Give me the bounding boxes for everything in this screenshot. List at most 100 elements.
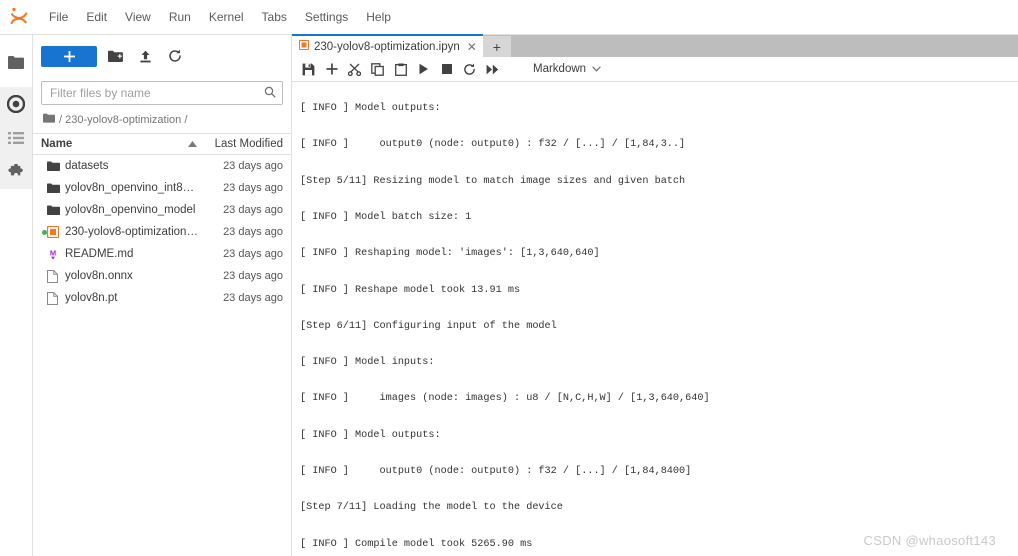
file-icon xyxy=(47,291,65,305)
save-icon[interactable] xyxy=(298,59,319,79)
list-item[interactable]: M README.md 23 days ago xyxy=(33,243,291,265)
markdown-icon: M xyxy=(47,248,65,260)
new-tab-button[interactable]: + xyxy=(482,36,511,57)
file-list: datasets 23 days ago yolov8n_openvino_in… xyxy=(33,155,291,556)
refresh-icon[interactable] xyxy=(163,45,187,67)
file-name: datasets xyxy=(65,160,109,172)
plus-icon[interactable] xyxy=(321,59,342,79)
list-item[interactable]: yolov8n.pt 23 days ago xyxy=(33,287,291,309)
file-modified: 23 days ago xyxy=(223,182,283,194)
output-line: [ INFO ] Model outputs: xyxy=(300,103,441,115)
output-line: [Step 7/11] Loading the model to the dev… xyxy=(300,502,563,514)
activity-bar xyxy=(0,35,33,556)
folder-icon xyxy=(47,205,65,216)
folder-icon xyxy=(43,113,55,127)
output-line: [ INFO ] output0 (node: output0) : f32 /… xyxy=(300,139,686,151)
file-modified: 23 days ago xyxy=(223,248,283,260)
menu-item-help[interactable]: Help xyxy=(357,7,400,27)
output-line: [ INFO ] images (node: images) : u8 / [N… xyxy=(300,393,710,405)
file-name: yolov8n_openvino_int8_model xyxy=(65,182,199,194)
output-line: [ INFO ] Model outputs: xyxy=(300,429,441,441)
output-line: [Step 5/11] Resizing model to match imag… xyxy=(300,175,686,187)
file-name: yolov8n_openvino_model xyxy=(65,204,196,216)
column-header-last-modified[interactable]: Last Modified xyxy=(199,138,283,150)
file-modified: 23 days ago xyxy=(223,226,283,238)
close-icon[interactable]: ✕ xyxy=(467,40,477,54)
output-line: [ INFO ] Model batch size: 1 xyxy=(300,212,472,224)
list-item[interactable]: yolov8n_openvino_model 23 days ago xyxy=(33,199,291,221)
cell-type-value: Markdown xyxy=(533,63,587,75)
sidebar-item-running-kernels[interactable] xyxy=(0,87,32,121)
output-line: [ INFO ] output0 (node: output0) : f32 /… xyxy=(300,466,692,477)
restart-icon[interactable] xyxy=(459,59,480,79)
menu-item-view[interactable]: View xyxy=(116,7,160,27)
output-scroll-region: [ INFO ] Model outputs: [ INFO ] output0… xyxy=(292,82,1018,556)
paste-icon[interactable] xyxy=(390,59,411,79)
document-tab-bar: 230-yolov8-optimization.ipyn ✕ + xyxy=(292,34,1018,57)
notebook-toolbar: Markdown xyxy=(292,57,1018,82)
output-line: [ INFO ] Reshaping model: 'images': [1,3… xyxy=(300,248,600,260)
tab-label: 230-yolov8-optimization.ipyn xyxy=(314,40,460,53)
stream-output: [ INFO ] Model outputs: [ INFO ] output0… xyxy=(292,82,1018,556)
filter-files-input[interactable] xyxy=(48,85,264,101)
column-header-name-label: Name xyxy=(41,138,73,150)
file-name: 230-yolov8-optimization.ipynb xyxy=(65,226,199,238)
sidebar-item-file-browser[interactable] xyxy=(0,45,32,79)
menu-item-kernel[interactable]: Kernel xyxy=(200,7,253,27)
menu-item-edit[interactable]: Edit xyxy=(77,7,116,27)
column-header-name[interactable]: Name xyxy=(41,138,185,150)
folder-icon xyxy=(47,161,65,172)
fast-forward-icon[interactable] xyxy=(482,59,503,79)
breadcrumb-path[interactable]: / 230-yolov8-optimization / xyxy=(59,114,187,126)
file-icon xyxy=(47,269,65,283)
list-item[interactable]: yolov8n_openvino_int8_model 23 days ago xyxy=(33,177,291,199)
new-launcher-button[interactable] xyxy=(41,45,97,67)
tab-230-yolov8-optimization[interactable]: 230-yolov8-optimization.ipyn ✕ xyxy=(292,34,483,57)
new-folder-icon[interactable] xyxy=(103,45,127,67)
output-line: [ INFO ] Reshape model took 13.91 ms xyxy=(300,284,521,296)
breadcrumb[interactable]: / 230-yolov8-optimization / xyxy=(33,109,291,133)
stop-icon[interactable] xyxy=(436,59,457,79)
copy-icon[interactable] xyxy=(367,59,388,79)
sort-asc-icon[interactable] xyxy=(185,141,199,147)
list-item[interactable]: datasets 23 days ago xyxy=(33,155,291,177)
jupyterlab-window: File Edit View Run Kernel Tabs Settings … xyxy=(0,0,1018,556)
notebook-icon xyxy=(47,226,65,238)
notebook-icon xyxy=(298,39,310,53)
workspace: / 230-yolov8-optimization / Name Last Mo… xyxy=(0,34,1018,556)
file-browser-panel: / 230-yolov8-optimization / Name Last Mo… xyxy=(33,35,292,556)
chevron-down-icon xyxy=(592,63,601,75)
menu-item-tabs[interactable]: Tabs xyxy=(253,7,296,27)
file-modified: 23 days ago xyxy=(223,270,283,282)
menu-item-file[interactable]: File xyxy=(40,7,77,27)
jupyter-logo-icon xyxy=(8,6,30,28)
play-icon[interactable] xyxy=(413,59,434,79)
list-item[interactable]: yolov8n.onnx 23 days ago xyxy=(33,265,291,287)
output-line: [Step 6/11] Configuring input of the mod… xyxy=(300,320,557,332)
notebook-output-area[interactable]: [ INFO ] Model outputs: [ INFO ] output0… xyxy=(292,82,1018,556)
scissors-icon[interactable] xyxy=(344,59,365,79)
filter-files-field[interactable] xyxy=(41,81,283,105)
file-modified: 23 days ago xyxy=(223,160,283,172)
svg-text:M: M xyxy=(50,249,56,258)
file-browser-toolbar xyxy=(33,35,291,73)
file-name: yolov8n.pt xyxy=(65,292,118,304)
notebook-panel: 230-yolov8-optimization.ipyn ✕ + Markdow… xyxy=(292,34,1018,556)
search-icon xyxy=(264,86,276,101)
list-item[interactable]: 230-yolov8-optimization.ipynb 23 days ag… xyxy=(33,221,291,243)
menu-item-run[interactable]: Run xyxy=(160,7,200,27)
sidebar-item-extensions[interactable] xyxy=(0,155,32,189)
folder-icon xyxy=(47,183,65,194)
file-name: README.md xyxy=(65,248,134,260)
cell-type-dropdown[interactable]: Markdown xyxy=(527,60,607,79)
menu-item-settings[interactable]: Settings xyxy=(296,7,357,27)
upload-icon[interactable] xyxy=(133,45,157,67)
file-modified: 23 days ago xyxy=(223,292,283,304)
file-modified: 23 days ago xyxy=(223,204,283,216)
output-line: [ INFO ] Model inputs: xyxy=(300,357,435,369)
file-name: yolov8n.onnx xyxy=(65,270,133,282)
watermark: CSDN @whaosoft143 xyxy=(863,533,996,548)
menu-bar: File Edit View Run Kernel Tabs Settings … xyxy=(0,0,1018,35)
sidebar-item-commands[interactable] xyxy=(0,121,32,155)
file-list-header: Name Last Modified xyxy=(33,133,291,155)
